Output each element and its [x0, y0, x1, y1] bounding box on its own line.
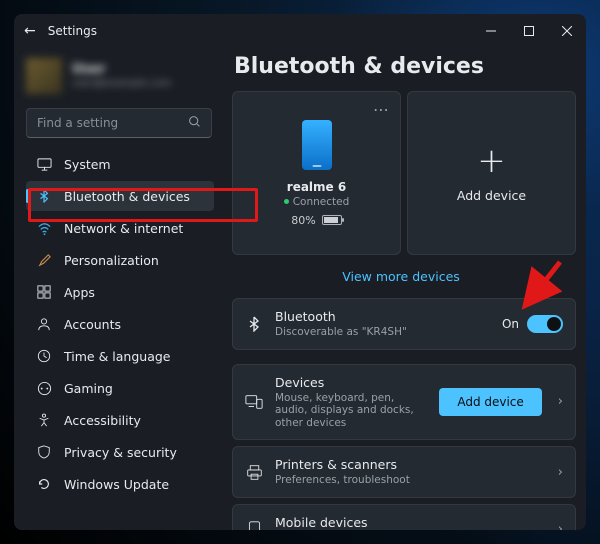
sidebar-item-accessibility[interactable]: Accessibility [26, 405, 214, 435]
maximize-button[interactable] [510, 14, 548, 48]
device-status: Connected [284, 196, 350, 208]
plus-icon: + [477, 144, 506, 178]
bluetooth-subtitle: Discoverable as "KR4SH" [275, 326, 490, 339]
update-icon [36, 476, 52, 492]
mobile-title: Mobile devices [275, 515, 542, 530]
main-panel: Bluetooth & devices ⋯ realme 6 Connected… [222, 48, 586, 530]
sidebar-item-personalization[interactable]: Personalization [26, 245, 214, 275]
sidebar-item-label: Time & language [64, 349, 170, 364]
sidebar-item-time-language[interactable]: Time & language [26, 341, 214, 371]
bluetooth-toggle[interactable]: On [502, 315, 563, 333]
device-more-button[interactable]: ⋯ [373, 100, 390, 119]
view-more-devices-link[interactable]: View more devices [232, 261, 570, 292]
printers-subtitle: Preferences, troubleshoot [275, 474, 542, 487]
add-device-label: Add device [457, 188, 526, 203]
sidebar-item-label: Gaming [64, 381, 113, 396]
printers-title: Printers & scanners [275, 457, 542, 472]
mobile-devices-row[interactable]: Mobile devices Instantly access your mob… [232, 504, 576, 530]
sidebar-item-label: Bluetooth & devices [64, 189, 190, 204]
back-button[interactable]: ← [24, 23, 36, 39]
profile-email: user@example.com [72, 78, 171, 89]
sidebar-item-label: Privacy & security [64, 445, 177, 460]
sidebar-item-privacy[interactable]: Privacy & security [26, 437, 214, 467]
sidebar-item-system[interactable]: System [26, 149, 214, 179]
mobile-icon [245, 521, 263, 530]
chevron-right-icon: › [558, 394, 563, 409]
profile-name: User [72, 63, 171, 77]
clock-icon [36, 348, 52, 364]
titlebar: ← Settings [14, 14, 586, 48]
device-battery: 80% [291, 214, 341, 227]
chevron-right-icon: › [558, 522, 563, 530]
sidebar-item-label: Apps [64, 285, 95, 300]
sidebar-item-gaming[interactable]: Gaming [26, 373, 214, 403]
add-device-tile[interactable]: + Add device [407, 91, 576, 255]
sidebar-item-label: System [64, 157, 111, 172]
accounts-icon [36, 316, 52, 332]
gaming-icon [36, 380, 52, 396]
sidebar-item-apps[interactable]: Apps [26, 277, 214, 307]
add-device-button[interactable]: Add device [439, 388, 541, 416]
wifi-icon [36, 220, 52, 236]
toggle-switch-icon [527, 315, 563, 333]
status-dot-icon [284, 199, 289, 204]
search-icon [188, 115, 201, 131]
shield-icon [36, 444, 52, 460]
sidebar-item-bluetooth-devices[interactable]: Bluetooth & devices [26, 181, 214, 211]
sidebar-item-label: Accessibility [64, 413, 141, 428]
devices-title: Devices [275, 375, 427, 390]
bluetooth-icon [36, 188, 52, 204]
sidebar-nav: System Bluetooth & devices Network & int… [18, 148, 222, 500]
sidebar-item-accounts[interactable]: Accounts [26, 309, 214, 339]
battery-icon [322, 215, 342, 225]
minimize-button[interactable] [472, 14, 510, 48]
chevron-right-icon: › [558, 465, 563, 480]
search-placeholder: Find a setting [37, 116, 188, 130]
devices-subtitle: Mouse, keyboard, pen, audio, displays an… [275, 392, 427, 430]
profile-block[interactable]: User user@example.com [26, 56, 214, 96]
printer-icon [245, 463, 263, 481]
phone-icon [302, 120, 332, 170]
settings-window: ← Settings User user@example.com [14, 14, 586, 530]
sidebar-item-network[interactable]: Network & internet [26, 213, 214, 243]
sidebar-item-windows-update[interactable]: Windows Update [26, 469, 214, 499]
system-icon [36, 156, 52, 172]
devices-icon [245, 393, 263, 411]
bluetooth-icon [245, 315, 263, 333]
accessibility-icon [36, 412, 52, 428]
close-button[interactable] [548, 14, 586, 48]
bluetooth-toggle-row: Bluetooth Discoverable as "KR4SH" On [232, 298, 576, 350]
avatar [26, 58, 62, 94]
device-name: realme 6 [287, 180, 346, 194]
sidebar-item-label: Personalization [64, 253, 159, 268]
sidebar-item-label: Windows Update [64, 477, 169, 492]
sidebar-item-label: Network & internet [64, 221, 183, 236]
app-name: Settings [48, 24, 97, 38]
apps-icon [36, 284, 52, 300]
printers-row[interactable]: Printers & scanners Preferences, trouble… [232, 446, 576, 498]
sidebar: User user@example.com Find a setting Sys… [14, 48, 222, 530]
search-input[interactable]: Find a setting [26, 108, 212, 138]
devices-row[interactable]: Devices Mouse, keyboard, pen, audio, dis… [232, 364, 576, 441]
bluetooth-title: Bluetooth [275, 309, 490, 324]
device-tile[interactable]: ⋯ realme 6 Connected 80% [232, 91, 401, 255]
brush-icon [36, 252, 52, 268]
sidebar-item-label: Accounts [64, 317, 121, 332]
page-title: Bluetooth & devices [234, 54, 576, 79]
